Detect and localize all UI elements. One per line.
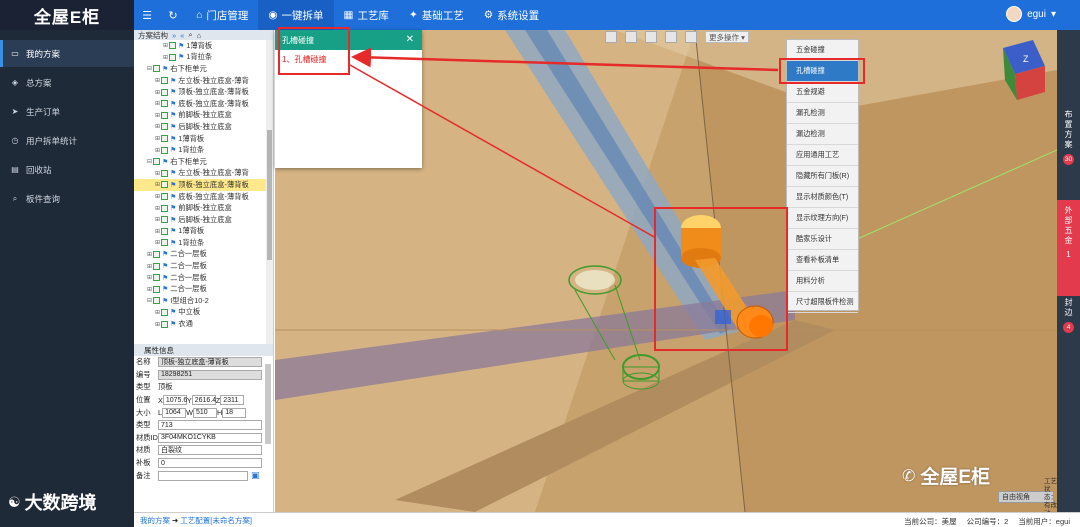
annotation-arrows xyxy=(349,47,779,239)
bottom-status-bar: 我的方案 ➜ 工艺配置[未命名方案] 当前公司：美屋 公司编号：2 当前用户：e… xyxy=(134,512,1080,527)
breadcrumb-current: 工艺配置[未命名方案] xyxy=(180,515,252,525)
breadcrumb-arrow-icon: ➜ xyxy=(172,515,179,525)
wechat-icon: ✆ xyxy=(902,467,916,485)
status-company: 当前公司：美屋 xyxy=(904,517,957,526)
watermark: ✆ 全屋E柜 xyxy=(902,467,991,488)
status-user: 当前用户：egui xyxy=(1018,517,1070,526)
status-company-no: 公司编号：2 xyxy=(966,517,1009,526)
breadcrumb-root[interactable]: 我的方案 xyxy=(140,515,170,526)
